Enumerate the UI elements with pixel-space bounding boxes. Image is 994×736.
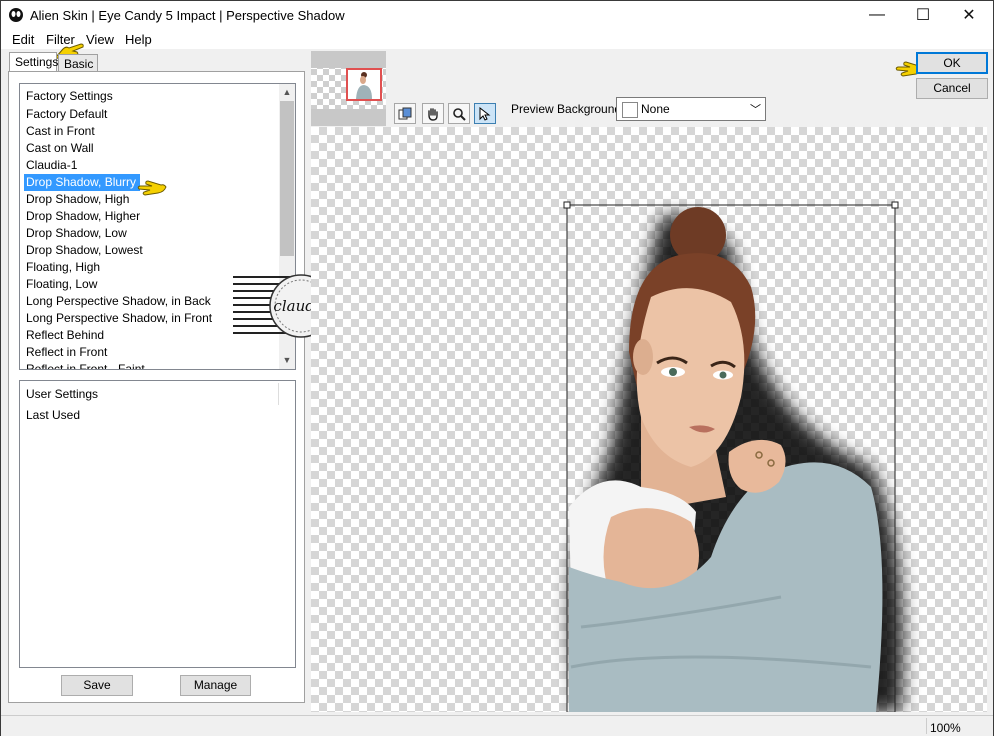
- list-item-label: Drop Shadow, Low: [26, 226, 127, 240]
- selected-list-item-label: Drop Shadow, Blurry: [24, 174, 141, 191]
- list-item[interactable]: Drop Shadow, Lowest: [24, 242, 280, 259]
- navigator-band: [311, 109, 386, 126]
- maximize-button[interactable]: ☐: [900, 1, 946, 29]
- minimize-button[interactable]: —: [854, 1, 900, 29]
- list-item-label: Cast in Front: [26, 124, 95, 138]
- close-icon: ✕: [962, 7, 976, 24]
- user-settings-header: User Settings: [26, 387, 99, 401]
- tab-basic[interactable]: Basic: [58, 54, 98, 71]
- list-item-label: Claudia-1: [26, 158, 78, 172]
- preview-canvas[interactable]: [311, 127, 987, 712]
- preview-background-label: Preview Background:: [511, 102, 625, 116]
- close-button[interactable]: ✕: [946, 1, 992, 29]
- compare-tool-button[interactable]: [394, 103, 416, 124]
- list-item[interactable]: Reflect in Front - Faint: [24, 361, 280, 370]
- list-item[interactable]: Drop Shadow, Higher: [24, 208, 280, 225]
- list-item[interactable]: Claudia-1: [24, 157, 280, 174]
- alien-skin-logo-icon: [9, 8, 23, 22]
- preview-background-select[interactable]: None ﹀: [616, 97, 766, 121]
- app-window: Alien Skin | Eye Candy 5 Impact | Perspe…: [0, 0, 994, 736]
- preview-background-value: None: [641, 102, 670, 116]
- scroll-up-icon[interactable]: ▲: [279, 84, 295, 101]
- list-item[interactable]: Cast in Front: [24, 123, 280, 140]
- list-item[interactable]: Drop Shadow, Low: [24, 225, 280, 242]
- factory-settings-header: Factory Settings: [26, 89, 113, 103]
- list-item[interactable]: Reflect in Front: [24, 344, 280, 361]
- menu-view[interactable]: View: [86, 32, 114, 47]
- menu-bar: Edit Filter View Help: [1, 29, 993, 49]
- manage-button[interactable]: Manage: [180, 675, 251, 696]
- scrollbar-thumb[interactable]: [280, 101, 294, 256]
- title-bar: Alien Skin | Eye Candy 5 Impact | Perspe…: [1, 1, 993, 29]
- tab-settings[interactable]: Settings: [9, 52, 58, 71]
- maximize-icon: ☐: [915, 7, 931, 24]
- menu-help[interactable]: Help: [125, 32, 152, 47]
- list-item-label: Factory Default: [26, 107, 108, 121]
- list-item-label: Reflect in Front - Faint: [26, 362, 145, 370]
- navigator-preview-image: [356, 72, 372, 99]
- divider: [278, 383, 279, 405]
- user-settings-list[interactable]: User Settings Last Used: [19, 380, 296, 668]
- chevron-down-icon: ﹀: [750, 104, 761, 116]
- cancel-button[interactable]: Cancel: [916, 78, 988, 99]
- save-button[interactable]: Save: [61, 675, 133, 696]
- list-item[interactable]: Cast on Wall: [24, 140, 280, 157]
- arrow-cursor-icon: [479, 106, 491, 121]
- zoom-level: 100%: [930, 721, 961, 735]
- hand-tool-button[interactable]: [422, 103, 444, 124]
- list-item-label: Reflect in Front: [26, 345, 108, 359]
- ok-button[interactable]: OK: [916, 52, 988, 74]
- status-bar: 100%: [1, 715, 993, 736]
- navigator-band: [311, 51, 386, 68]
- list-item-label: Cast on Wall: [26, 141, 94, 155]
- menu-edit[interactable]: Edit: [12, 32, 34, 47]
- hand-icon: [428, 107, 438, 121]
- pointing-hand-icon: [137, 180, 167, 196]
- navigator-view-frame[interactable]: [346, 68, 382, 101]
- zoom-tool-button[interactable]: [448, 103, 470, 124]
- navigator-thumbnail[interactable]: [311, 51, 386, 126]
- minimize-icon: —: [869, 6, 885, 23]
- list-item[interactable]: Factory Default: [24, 106, 280, 123]
- magnifier-icon: [453, 107, 466, 121]
- select-tool-button[interactable]: [474, 103, 496, 124]
- compare-icon: [398, 107, 412, 119]
- list-item-label: Drop Shadow, Lowest: [26, 243, 143, 257]
- background-swatch: [622, 102, 638, 118]
- preview-image: [563, 201, 903, 712]
- list-item-label: Drop Shadow, Higher: [26, 209, 141, 223]
- scroll-down-icon[interactable]: ▼: [279, 352, 295, 369]
- user-setting-last-used[interactable]: Last Used: [26, 408, 80, 422]
- window-title: Alien Skin | Eye Candy 5 Impact | Perspe…: [30, 8, 345, 23]
